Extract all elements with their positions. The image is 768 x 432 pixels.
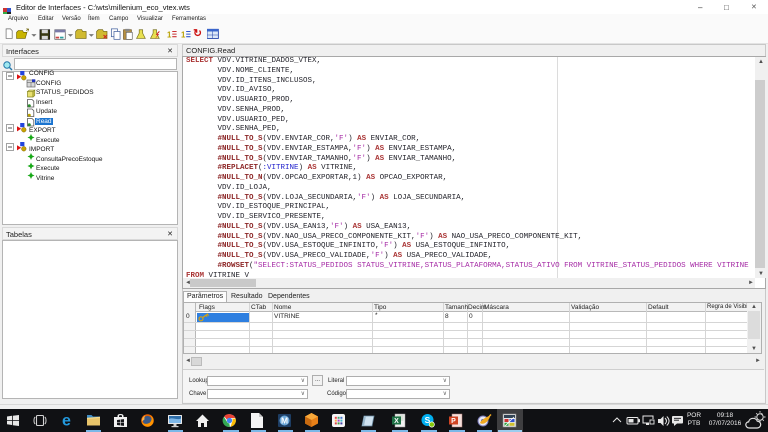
svg-text:1: 1 — [181, 31, 186, 40]
svg-text:M: M — [281, 416, 288, 426]
svg-text:X: X — [394, 418, 399, 425]
svg-text:e: e — [62, 413, 71, 430]
svg-text:1: 1 — [167, 31, 172, 40]
svg-text:P: P — [451, 418, 456, 425]
